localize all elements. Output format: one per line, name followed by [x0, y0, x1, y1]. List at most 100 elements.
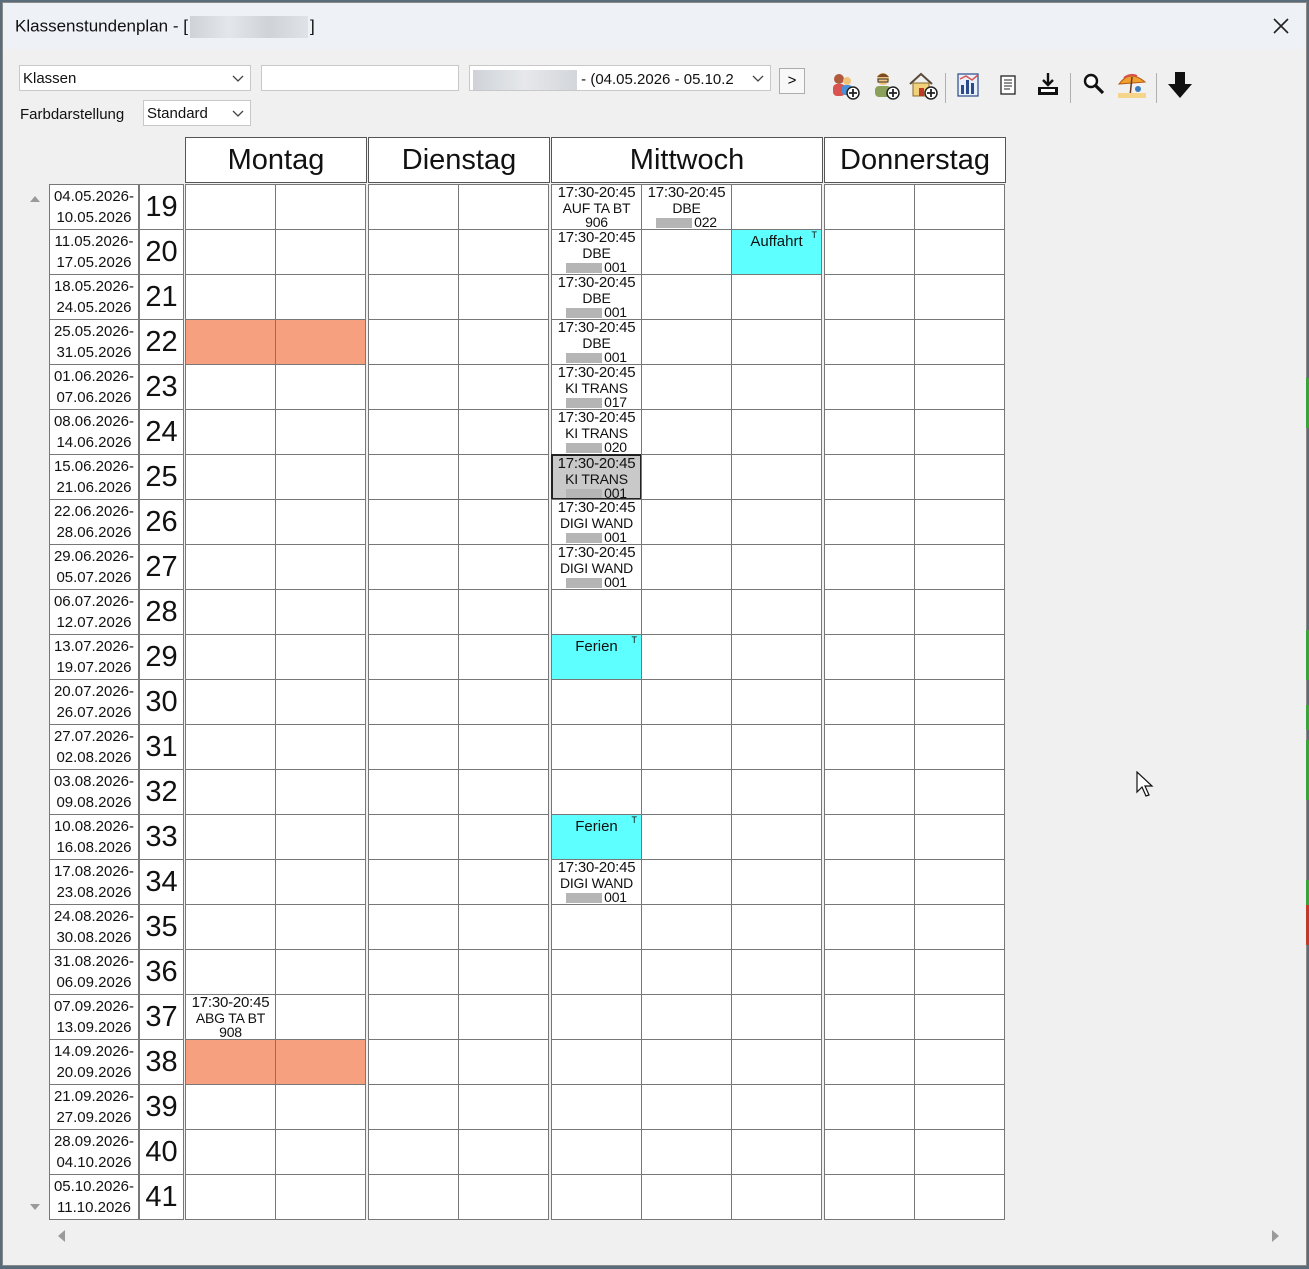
- timetable-cell[interactable]: [914, 229, 1005, 275]
- close-button[interactable]: [1268, 13, 1294, 39]
- scroll-left-icon[interactable]: [55, 1229, 67, 1243]
- timetable-cell[interactable]: [275, 634, 366, 680]
- timetable-cell[interactable]: [275, 589, 366, 635]
- lesson-cell[interactable]: 17:30-20:45 DIGI WAND 001: [551, 859, 642, 905]
- timetable-cell[interactable]: [368, 319, 459, 365]
- timetable-cell[interactable]: [731, 544, 822, 590]
- timetable-cell[interactable]: [824, 679, 915, 725]
- timetable-cell[interactable]: [368, 1084, 459, 1130]
- timetable-cell[interactable]: [731, 1174, 822, 1220]
- lesson-cell[interactable]: 17:30-20:45 ABG TA BT 908: [185, 994, 276, 1040]
- timetable-cell[interactable]: [824, 184, 915, 230]
- timetable-cell[interactable]: [824, 454, 915, 500]
- timetable-cell[interactable]: [914, 544, 1005, 590]
- timetable-cell[interactable]: [275, 229, 366, 275]
- class-search-input[interactable]: [261, 65, 459, 91]
- search-button[interactable]: [1078, 69, 1110, 101]
- timetable-cell[interactable]: [914, 949, 1005, 995]
- timetable-cell[interactable]: [914, 1174, 1005, 1220]
- timetable-cell[interactable]: [731, 184, 822, 230]
- timetable-cell[interactable]: [641, 769, 732, 815]
- timetable-cell[interactable]: [824, 949, 915, 995]
- timetable-cell[interactable]: [914, 499, 1005, 545]
- timetable-cell[interactable]: [824, 634, 915, 680]
- timetable-cell[interactable]: [641, 1129, 732, 1175]
- blocked-cell[interactable]: [185, 319, 276, 365]
- timetable-cell[interactable]: [731, 634, 822, 680]
- scroll-right-icon[interactable]: [1270, 1229, 1282, 1243]
- timetable-cell[interactable]: [185, 1174, 276, 1220]
- timetable-cell[interactable]: [731, 949, 822, 995]
- timetable-cell[interactable]: [368, 544, 459, 590]
- holiday-button[interactable]: [1116, 69, 1148, 101]
- timetable-cell[interactable]: [641, 409, 732, 455]
- timetable-cell[interactable]: [275, 499, 366, 545]
- timetable-cell[interactable]: [731, 724, 822, 770]
- timetable-cell[interactable]: [824, 274, 915, 320]
- timetable-cell[interactable]: [185, 409, 276, 455]
- timetable-cell[interactable]: [275, 409, 366, 455]
- timetable-cell[interactable]: [641, 454, 732, 500]
- timetable-cell[interactable]: [641, 229, 732, 275]
- timetable-cell[interactable]: [914, 409, 1005, 455]
- lesson-cell[interactable]: 17:30-20:45 KI TRANS 020: [551, 409, 642, 455]
- timetable-cell[interactable]: [275, 544, 366, 590]
- timetable-cell[interactable]: [551, 994, 642, 1040]
- timetable-cell[interactable]: [914, 319, 1005, 365]
- timetable-cell[interactable]: [458, 589, 549, 635]
- lesson-cell[interactable]: 17:30-20:45 DIGI WAND 001: [551, 499, 642, 545]
- add-student-button[interactable]: [829, 69, 861, 101]
- timetable-cell[interactable]: [731, 319, 822, 365]
- timetable-cell[interactable]: [275, 859, 366, 905]
- timetable-cell[interactable]: [368, 904, 459, 950]
- timetable-cell[interactable]: [641, 544, 732, 590]
- timetable-cell[interactable]: [275, 769, 366, 815]
- download-tray-button[interactable]: [1032, 69, 1064, 101]
- timetable-cell[interactable]: [185, 184, 276, 230]
- timetable-cell[interactable]: [914, 679, 1005, 725]
- timetable-cell[interactable]: [824, 994, 915, 1040]
- timetable-cell[interactable]: [824, 589, 915, 635]
- holiday-cell[interactable]: Ferien T: [551, 634, 642, 680]
- timetable-cell[interactable]: [458, 859, 549, 905]
- timetable-cell[interactable]: [731, 904, 822, 950]
- timetable-cell[interactable]: [551, 589, 642, 635]
- timetable-cell[interactable]: [641, 994, 732, 1040]
- timetable-cell[interactable]: [551, 1174, 642, 1220]
- lesson-cell[interactable]: 17:30-20:45 DBE 001: [551, 319, 642, 365]
- color-mode-select[interactable]: Standard: [143, 100, 251, 126]
- timetable-cell[interactable]: [731, 364, 822, 410]
- timetable-cell[interactable]: [185, 544, 276, 590]
- timetable-cell[interactable]: [731, 454, 822, 500]
- timetable-cell[interactable]: [368, 1174, 459, 1220]
- timetable-cell[interactable]: [458, 364, 549, 410]
- timetable-cell[interactable]: [824, 1084, 915, 1130]
- timetable-cell[interactable]: [458, 634, 549, 680]
- timetable-cell[interactable]: [731, 1039, 822, 1085]
- timetable-cell[interactable]: [368, 229, 459, 275]
- timetable-cell[interactable]: [914, 1039, 1005, 1085]
- timetable-cell[interactable]: [275, 274, 366, 320]
- timetable-cell[interactable]: [731, 1084, 822, 1130]
- timetable-cell[interactable]: [641, 1084, 732, 1130]
- timetable-cell[interactable]: [824, 409, 915, 455]
- document-button[interactable]: [992, 69, 1024, 101]
- timetable-cell[interactable]: [275, 679, 366, 725]
- timetable-cell[interactable]: [458, 544, 549, 590]
- timetable-cell[interactable]: [824, 364, 915, 410]
- timetable-cell[interactable]: [641, 1039, 732, 1085]
- timetable-cell[interactable]: [914, 724, 1005, 770]
- timetable-cell[interactable]: [368, 184, 459, 230]
- timetable-cell[interactable]: [458, 724, 549, 770]
- scroll-up-icon[interactable]: [29, 194, 41, 204]
- timetable-cell[interactable]: [914, 274, 1005, 320]
- timetable-cell[interactable]: [185, 454, 276, 500]
- timetable-cell[interactable]: [458, 1039, 549, 1085]
- timetable-cell[interactable]: [185, 904, 276, 950]
- timetable-cell[interactable]: [185, 859, 276, 905]
- timetable-cell[interactable]: [275, 184, 366, 230]
- timetable-cell[interactable]: [185, 724, 276, 770]
- scroll-down-icon[interactable]: [29, 1202, 41, 1212]
- holiday-cell[interactable]: Ferien T: [551, 814, 642, 860]
- timetable-cell[interactable]: [275, 1084, 366, 1130]
